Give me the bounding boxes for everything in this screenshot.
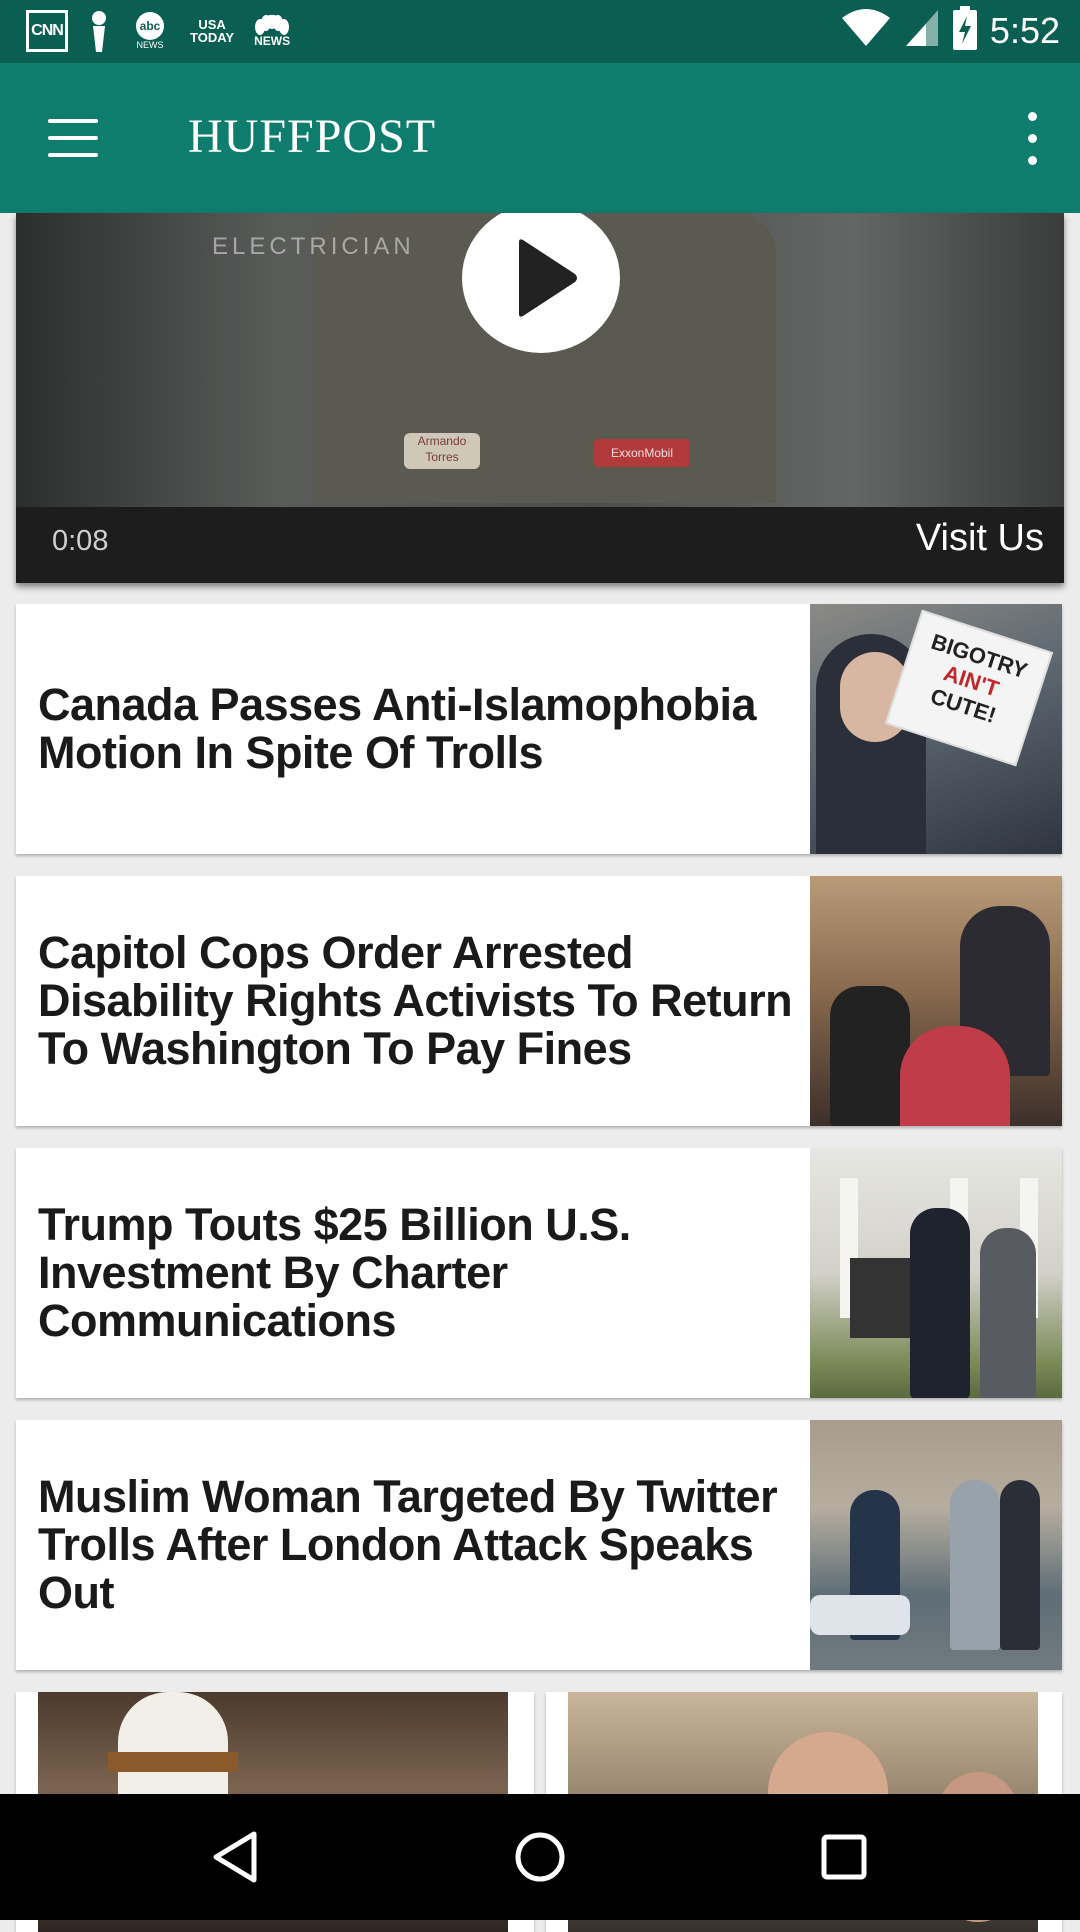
notification-icons: CNN abc NEWS USA TODAY NEWS [26,10,290,52]
overflow-menu-button[interactable] [1008,105,1056,171]
tie-icon [88,10,110,52]
video-control-bar: 0:08 Visit Us [16,507,1064,583]
hamburger-menu-button[interactable] [38,111,108,165]
article-thumbnail[interactable] [810,1420,1062,1670]
name-patch: Armando Torres [404,433,480,469]
video-elapsed-time: 0:08 [52,525,109,557]
article-title[interactable]: Trump Touts $25 Billion U.S. Investment … [38,1148,798,1398]
article-card[interactable]: Muslim Woman Targeted By Twitter Trolls … [16,1420,1062,1670]
play-icon [519,239,577,317]
recents-icon [821,1834,867,1880]
abc-news-icon: abc NEWS [130,10,170,52]
cnn-icon: CNN [26,10,68,52]
video-watermark: ELECTRICIAN [212,233,415,260]
nbc-news-label: NEWS [254,34,291,48]
app-bar: HUFFPOST [0,63,1080,213]
article-card[interactable]: Trump Touts $25 Billion U.S. Investment … [16,1148,1062,1398]
article-thumbnail[interactable] [810,1148,1062,1398]
system-nav-bar [0,1794,1080,1920]
article-thumbnail[interactable] [810,876,1062,1126]
article-card[interactable]: Canada Passes Anti-Islamophobia Motion I… [16,604,1062,854]
signal-icon [904,8,940,53]
wifi-icon [840,8,892,53]
home-icon [515,1832,565,1882]
home-button[interactable] [505,1824,575,1890]
brand-patch: ExxonMobil [594,439,690,467]
article-title[interactable]: Canada Passes Anti-Islamophobia Motion I… [38,604,798,854]
abc-logo: abc [136,12,164,40]
back-icon [213,1831,257,1883]
system-status: 5:52 [840,6,1060,55]
back-button[interactable] [200,1824,270,1890]
nbc-news-icon: NEWS [254,10,290,52]
visit-us-link[interactable]: Visit Us [916,517,1044,560]
recents-button[interactable] [809,1824,879,1890]
usa-today-icon: USA TODAY [190,10,234,52]
video-player[interactable]: ELECTRICIAN Armando Torres ExxonMobil 0:… [16,213,1064,583]
clock: 5:52 [989,9,1060,51]
article-title[interactable]: Capitol Cops Order Arrested Disability R… [38,876,798,1126]
status-bar: CNN abc NEWS USA TODAY NEWS 5:52 [0,0,1080,63]
battery-charging-icon [952,6,978,55]
huffpost-logo: HUFFPOST [188,110,437,163]
article-card[interactable]: Capitol Cops Order Arrested Disability R… [16,876,1062,1126]
abc-news-label: NEWS [136,40,164,50]
article-title[interactable]: Muslim Woman Targeted By Twitter Trolls … [38,1420,798,1670]
today-label: TODAY [190,30,235,45]
article-thumbnail[interactable]: BIGOTRY AIN'T CUTE! [810,604,1062,854]
